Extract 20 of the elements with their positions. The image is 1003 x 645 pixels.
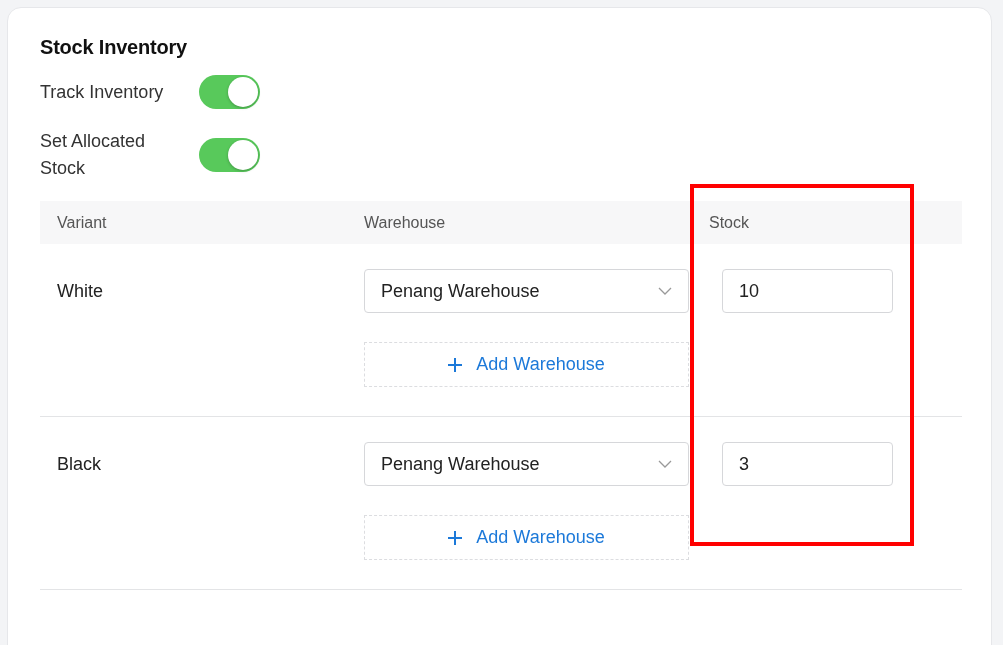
chevron-down-icon bbox=[658, 286, 672, 296]
warehouse-dropdown[interactable]: Penang Warehouse bbox=[364, 269, 689, 313]
toggle-switch[interactable] bbox=[199, 75, 260, 109]
variant-name: White bbox=[56, 281, 103, 301]
warehouse-dropdown[interactable]: Penang Warehouse bbox=[364, 442, 689, 486]
variant-name: Black bbox=[56, 454, 101, 474]
column-header: Stock bbox=[709, 213, 750, 232]
chevron-down-icon bbox=[658, 459, 672, 469]
toggle-switch[interactable] bbox=[199, 138, 260, 172]
plus-icon bbox=[448, 530, 463, 545]
column-header: Variant bbox=[56, 213, 108, 232]
setting-label: Set Allocated Stock bbox=[40, 130, 147, 180]
setting-label: Track Inventory bbox=[40, 80, 165, 104]
column-header: Warehouse bbox=[364, 213, 447, 232]
add-warehouse-button[interactable]: Add Warehouse bbox=[364, 342, 689, 387]
stock-input[interactable]: 3 bbox=[722, 442, 893, 486]
stock-input[interactable]: 10 bbox=[722, 269, 893, 313]
section-title: Stock Inventory bbox=[40, 36, 189, 59]
plus-icon bbox=[448, 357, 463, 372]
add-warehouse-button[interactable]: Add Warehouse bbox=[364, 515, 689, 560]
